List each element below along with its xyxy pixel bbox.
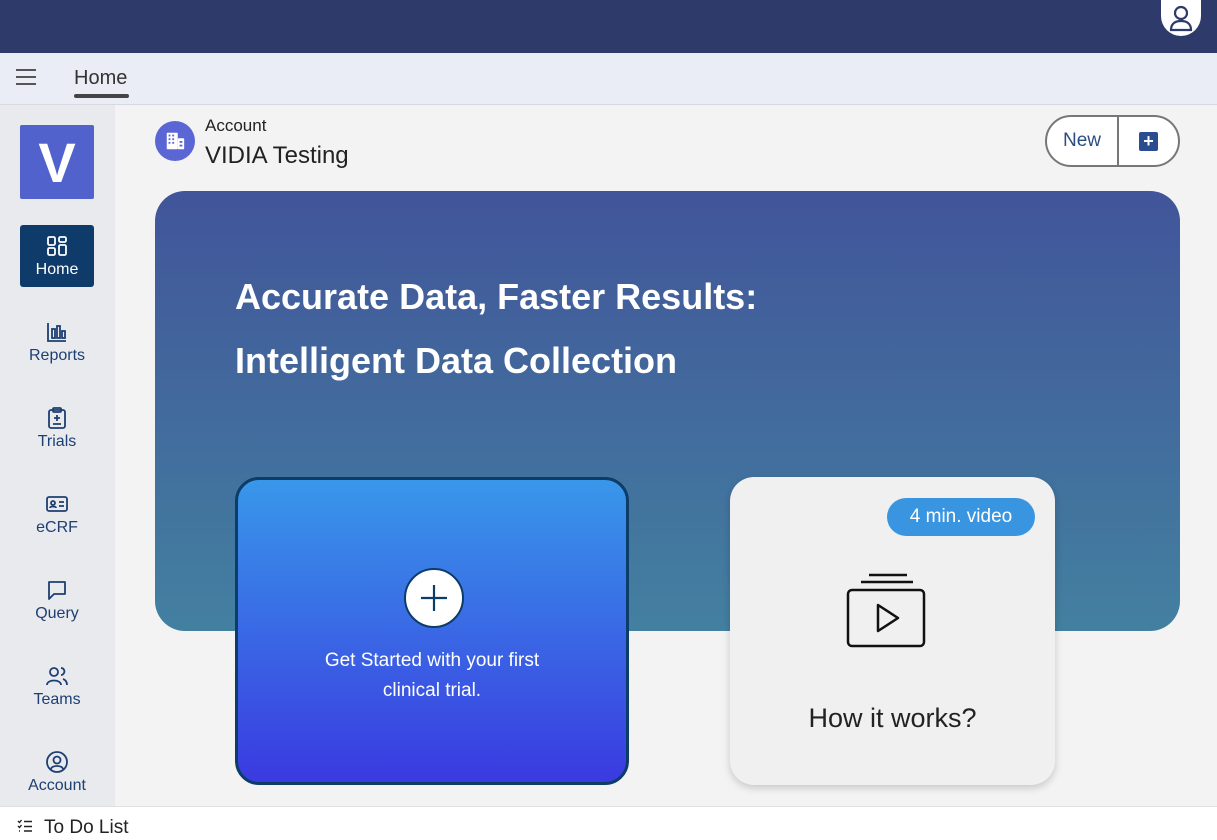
checklist-icon [17,819,32,832]
account-label: Account [205,116,267,135]
sidebar-item-ecrf[interactable]: eCRF [20,483,94,545]
tab-active-indicator [74,94,129,98]
sidebar-item-label: eCRF [36,518,78,536]
todo-list-label[interactable]: To Do List [44,817,128,839]
building-icon [155,121,195,161]
hero-title-line2: Intelligent Data Collection [235,340,678,381]
plus-square-icon: + [1139,131,1158,151]
sidebar-item-label: Trials [37,432,77,450]
bar-chart-icon [47,322,66,342]
get-started-line2: clinical trial. [382,680,482,701]
sidebar-item-query[interactable]: Query [20,569,94,631]
top-bar [0,0,1217,53]
account-circle-icon [46,750,68,773]
video-duration-badge: 4 min. video [887,498,1035,536]
chat-icon [48,580,66,600]
sidebar-item-label: Reports [28,346,86,364]
new-plus-button[interactable]: + [1119,117,1178,165]
sidebar-item-label: Teams [33,690,81,708]
hero-title-line1: Accurate Data, Faster Results: [235,276,758,317]
todo-bar[interactable]: To Do List [0,806,1217,840]
sidebar-item-reports[interactable]: Reports [20,311,94,373]
people-icon [46,666,68,685]
new-button[interactable]: New + [1045,115,1180,167]
get-started-card[interactable]: Get Started with your first clinical tri… [235,477,629,785]
app-logo[interactable]: V [20,125,94,199]
sidebar-item-label: Query [35,604,79,622]
hamburger-icon[interactable] [16,69,38,89]
get-started-line1: Get Started with your first [324,650,540,671]
account-name: VIDIA Testing [205,142,349,169]
how-it-works-caption: How it works? [808,703,977,733]
sidebar: V Home Reports Trials eCRF Query Teams A… [0,105,115,806]
dashboard-icon [47,235,67,256]
sidebar-item-trials[interactable]: Trials [20,397,94,459]
get-started-text: Get Started with your first clinical tri… [238,646,626,706]
user-profile-button[interactable] [1161,0,1201,36]
new-button-label[interactable]: New [1047,117,1119,165]
user-icon [1169,5,1193,32]
id-card-icon [46,495,68,512]
plus-circle-icon [404,568,464,628]
sidebar-item-home[interactable]: Home [20,225,94,287]
tab-bar: Home [0,53,1217,105]
tab-home[interactable]: Home [74,67,127,90]
sidebar-item-label: Account [28,776,86,794]
sidebar-item-teams[interactable]: Teams [20,655,94,717]
sidebar-item-label: Home [35,260,79,278]
video-library-icon [846,573,926,648]
clipboard-icon [48,406,66,429]
how-it-works-card[interactable]: 4 min. video How it works? [730,477,1055,785]
sidebar-item-account[interactable]: Account [20,741,94,803]
